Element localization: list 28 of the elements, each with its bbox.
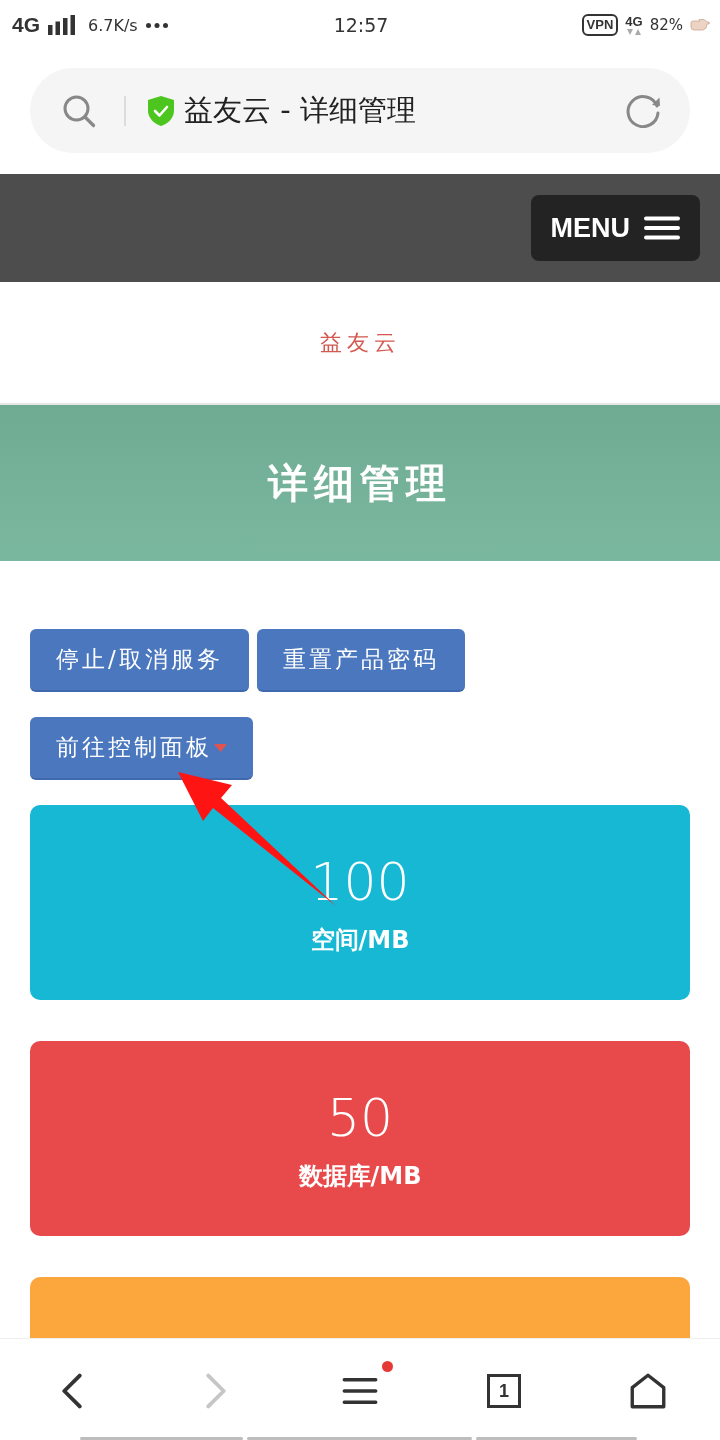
menu-button[interactable]: MENU bbox=[530, 195, 700, 261]
stat-value: 100 bbox=[310, 851, 410, 914]
signal-icon bbox=[48, 15, 76, 35]
network-type: 4G bbox=[625, 15, 643, 29]
hand-icon bbox=[690, 19, 710, 31]
caret-icon bbox=[214, 743, 227, 752]
action-button[interactable]: 重置产品密码 bbox=[256, 629, 465, 692]
clock-time: 12:57 bbox=[333, 14, 389, 36]
search-icon[interactable] bbox=[62, 93, 96, 128]
battery-level: 82% bbox=[649, 16, 683, 34]
tabs-button[interactable]: 1 bbox=[487, 1374, 521, 1408]
refresh-icon[interactable] bbox=[626, 93, 662, 128]
control-panel-dropdown[interactable]: 前往控制面板 bbox=[30, 717, 253, 780]
vpn-badge: VPN bbox=[581, 14, 619, 36]
more-icon bbox=[145, 22, 168, 28]
hamburger-icon bbox=[644, 216, 680, 240]
data-arrows-icon bbox=[627, 29, 641, 35]
stat-label: 数据库/MB bbox=[298, 1161, 422, 1191]
stat-label: 空间/MB bbox=[310, 925, 410, 955]
stat-value: 50 bbox=[326, 1087, 394, 1150]
network-speed: 6.7K/s bbox=[88, 15, 138, 35]
address-bar[interactable]: 益友云 - 详细管理 bbox=[30, 68, 690, 153]
network-type: 4G bbox=[12, 13, 40, 37]
page-title: 益友云 - 详细管理 bbox=[184, 91, 417, 129]
site-name[interactable]: 益友云 bbox=[319, 327, 401, 358]
banner-title: 详细管理 bbox=[268, 458, 452, 508]
action-button[interactable]: 停止/取消服务 bbox=[30, 629, 249, 692]
home-icon bbox=[630, 1373, 666, 1409]
